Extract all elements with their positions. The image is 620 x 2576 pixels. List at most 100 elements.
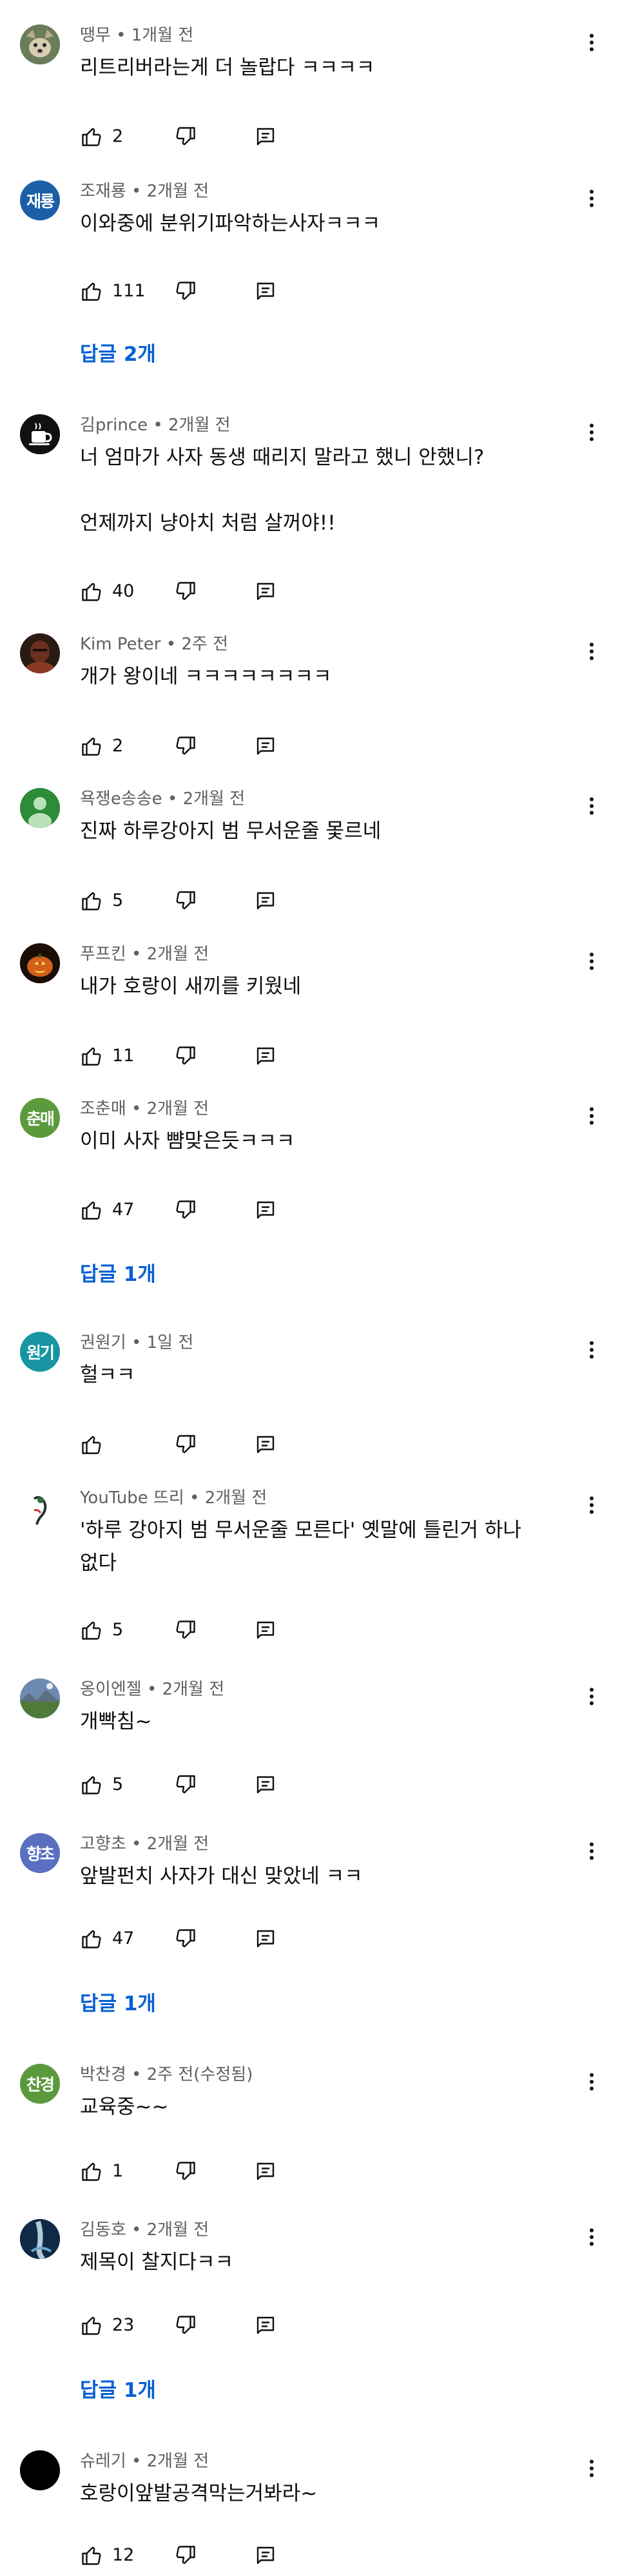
avatar[interactable]: 춘매: [20, 1098, 60, 1138]
view-replies-button[interactable]: 답글 2개: [80, 341, 156, 367]
more-vert-icon[interactable]: [580, 2453, 603, 2484]
author-name[interactable]: 김prince: [80, 416, 148, 435]
comment-time[interactable]: 2개월 전: [162, 1680, 225, 1699]
author-name[interactable]: 고향초: [80, 1834, 126, 1854]
comment-time[interactable]: 2개월 전: [147, 945, 209, 964]
author-name[interactable]: Kim Peter: [80, 635, 161, 654]
reply-icon[interactable]: [254, 2314, 277, 2337]
avatar[interactable]: 원기: [20, 1332, 60, 1372]
avatar[interactable]: [20, 633, 60, 673]
thumbs-up-icon[interactable]: [80, 2314, 103, 2337]
reply-icon[interactable]: [254, 1773, 277, 1796]
author-name[interactable]: 땡무: [80, 26, 111, 45]
thumbs-down-icon[interactable]: [174, 2160, 197, 2183]
author-name[interactable]: 권원기: [80, 1333, 126, 1352]
author-name[interactable]: YouTube 뜨리: [80, 1488, 184, 1508]
thumbs-down-icon[interactable]: [174, 280, 197, 303]
reply-icon[interactable]: [254, 2544, 277, 2567]
avatar[interactable]: [20, 788, 60, 828]
avatar[interactable]: 향초: [20, 1833, 60, 1873]
thumbs-down-icon[interactable]: [174, 1433, 197, 1456]
avatar[interactable]: [20, 414, 60, 454]
thumbs-down-icon[interactable]: [174, 2544, 197, 2567]
author-name[interactable]: 조재룡: [80, 182, 126, 201]
reply-icon[interactable]: [254, 1433, 277, 1456]
thumbs-down-icon[interactable]: [174, 1773, 197, 1796]
more-vert-icon[interactable]: [580, 27, 603, 58]
comment-time[interactable]: 2개월 전: [147, 182, 209, 201]
more-vert-icon[interactable]: [580, 1836, 603, 1867]
avatar[interactable]: [20, 2219, 60, 2259]
comment-time[interactable]: 2개월 전: [205, 1488, 267, 1508]
avatar[interactable]: [20, 2450, 60, 2490]
avatar[interactable]: 찬경: [20, 2064, 60, 2104]
thumbs-down-icon[interactable]: [174, 735, 197, 758]
thumbs-down-icon[interactable]: [174, 1044, 197, 1068]
thumbs-up-icon[interactable]: [80, 1927, 103, 1950]
thumbs-up-icon[interactable]: [80, 1433, 103, 1456]
thumbs-up-icon[interactable]: [80, 2544, 103, 2567]
more-vert-icon[interactable]: [580, 2066, 603, 2097]
comment-time[interactable]: 1개월 전: [131, 26, 194, 45]
more-vert-icon[interactable]: [580, 1490, 603, 1521]
more-vert-icon[interactable]: [580, 1681, 603, 1712]
avatar[interactable]: 재룡: [20, 180, 60, 220]
more-vert-icon[interactable]: [580, 636, 603, 667]
thumbs-up-icon[interactable]: [80, 1773, 103, 1796]
thumbs-down-icon[interactable]: [174, 1619, 197, 1642]
avatar[interactable]: [20, 1487, 60, 1527]
author-name[interactable]: 푸프킨: [80, 945, 126, 964]
reply-icon[interactable]: [254, 125, 277, 148]
reply-icon[interactable]: [254, 1198, 277, 1222]
author-name[interactable]: 박찬경: [80, 2065, 126, 2084]
avatar[interactable]: [20, 943, 60, 983]
thumbs-up-icon[interactable]: [80, 125, 103, 148]
thumbs-down-icon[interactable]: [174, 889, 197, 912]
thumbs-up-icon[interactable]: [80, 735, 103, 758]
thumbs-down-icon[interactable]: [174, 1927, 197, 1950]
thumbs-up-icon[interactable]: [80, 1619, 103, 1642]
reply-icon[interactable]: [254, 735, 277, 758]
more-vert-icon[interactable]: [580, 791, 603, 822]
more-vert-icon[interactable]: [580, 1101, 603, 1131]
reply-icon[interactable]: [254, 889, 277, 912]
comment-time[interactable]: 2개월 전: [147, 1834, 209, 1854]
view-replies-button[interactable]: 답글 1개: [80, 1991, 156, 2017]
comment-time[interactable]: 2개월 전: [168, 416, 231, 435]
thumbs-up-icon[interactable]: [80, 280, 103, 303]
thumbs-up-icon[interactable]: [80, 889, 103, 912]
author-name[interactable]: 김동호: [80, 2220, 126, 2240]
avatar[interactable]: [20, 1678, 60, 1718]
more-vert-icon[interactable]: [580, 417, 603, 448]
reply-icon[interactable]: [254, 280, 277, 303]
reply-icon[interactable]: [254, 580, 277, 603]
thumbs-up-icon[interactable]: [80, 1044, 103, 1068]
more-vert-icon[interactable]: [580, 946, 603, 977]
thumbs-up-icon[interactable]: [80, 580, 103, 603]
comment-time[interactable]: 2주 전: [181, 635, 228, 654]
comment-time[interactable]: 1일 전: [147, 1333, 194, 1352]
reply-icon[interactable]: [254, 1927, 277, 1950]
comment-time[interactable]: 2개월 전: [183, 789, 246, 809]
thumbs-up-icon[interactable]: [80, 2160, 103, 2183]
thumbs-down-icon[interactable]: [174, 1198, 197, 1222]
thumbs-down-icon[interactable]: [174, 125, 197, 148]
author-name[interactable]: 조춘매: [80, 1099, 126, 1119]
author-name[interactable]: 슈레기: [80, 2452, 126, 2471]
more-vert-icon[interactable]: [580, 2222, 603, 2253]
author-name[interactable]: 옹이엔젤: [80, 1680, 142, 1699]
comment-time[interactable]: 2개월 전: [147, 2220, 209, 2240]
more-vert-icon[interactable]: [580, 1334, 603, 1365]
comment-time[interactable]: 2개월 전: [147, 1099, 209, 1119]
author-name[interactable]: 욕쟁e송송e: [80, 789, 162, 809]
reply-icon[interactable]: [254, 2160, 277, 2183]
view-replies-button[interactable]: 답글 1개: [80, 2378, 156, 2403]
reply-icon[interactable]: [254, 1044, 277, 1068]
more-vert-icon[interactable]: [580, 183, 603, 214]
reply-icon[interactable]: [254, 1619, 277, 1642]
thumbs-down-icon[interactable]: [174, 2314, 197, 2337]
comment-time[interactable]: 2개월 전: [147, 2452, 209, 2471]
thumbs-up-icon[interactable]: [80, 1198, 103, 1222]
view-replies-button[interactable]: 답글 1개: [80, 1262, 156, 1287]
avatar[interactable]: [20, 24, 60, 64]
